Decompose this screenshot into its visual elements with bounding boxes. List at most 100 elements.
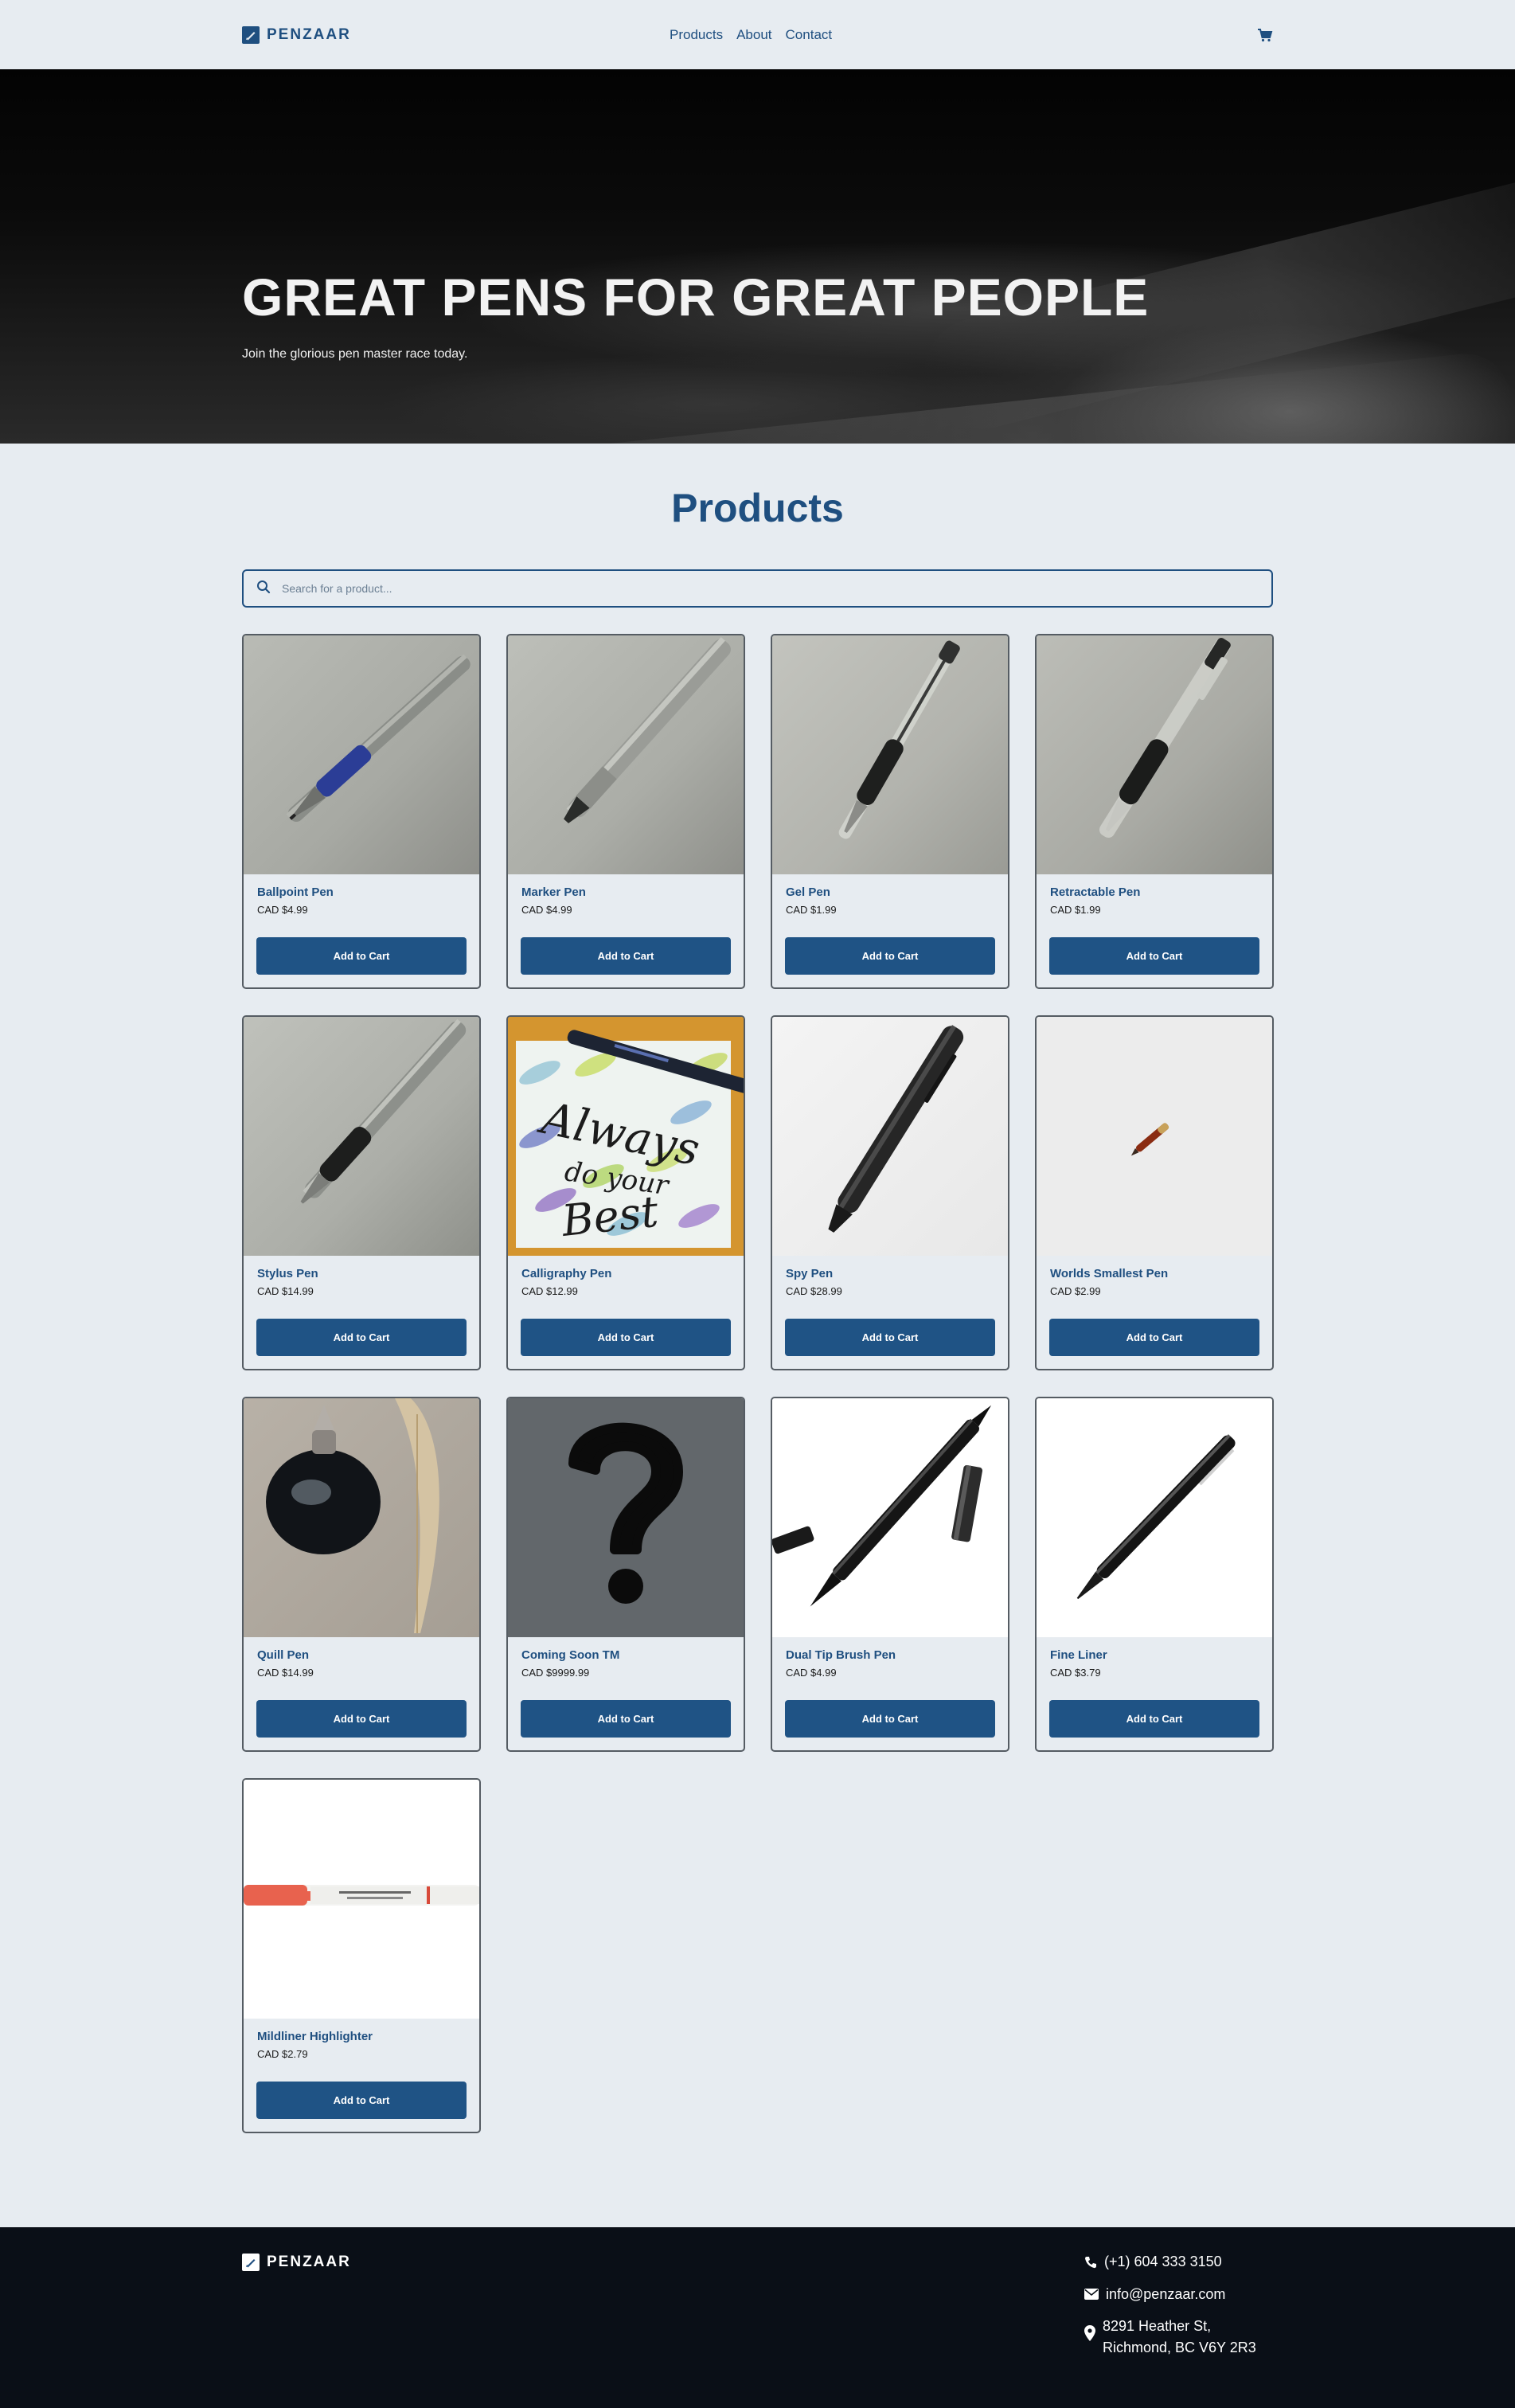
products-section: Products Ballpoint Pen CAD bbox=[0, 444, 1515, 2227]
product-image-marker-pen[interactable] bbox=[508, 635, 744, 874]
product-price: CAD $3.79 bbox=[1050, 1667, 1101, 1679]
top-nav: PENZAAR Products About Contact bbox=[0, 0, 1515, 69]
product-name: Fine Liner bbox=[1050, 1648, 1107, 1662]
contact-email: info@penzaar.com bbox=[1084, 2286, 1256, 2303]
product-image-fine-liner[interactable] bbox=[1037, 1398, 1272, 1637]
product-name: Marker Pen bbox=[521, 885, 586, 899]
add-to-cart-button[interactable]: Add to Cart bbox=[785, 937, 995, 975]
product-card: Marker Pen CAD $4.99 Add to Cart bbox=[506, 634, 745, 989]
product-price: CAD $28.99 bbox=[786, 1285, 842, 1297]
nav-link-products[interactable]: Products bbox=[670, 27, 723, 43]
product-image-dual-tip-brush-pen[interactable] bbox=[772, 1398, 1008, 1637]
email-address[interactable]: info@penzaar.com bbox=[1106, 2286, 1225, 2303]
brand-logo-link[interactable]: PENZAAR bbox=[242, 25, 351, 44]
product-card: Gel Pen CAD $1.99 Add to Cart bbox=[771, 634, 1009, 989]
add-to-cart-button[interactable]: Add to Cart bbox=[521, 1319, 731, 1356]
phone-number[interactable]: (+1) 604 333 3150 bbox=[1104, 2254, 1222, 2270]
product-image-coming-soon[interactable] bbox=[508, 1398, 744, 1637]
location-pin-icon bbox=[1084, 2325, 1095, 2341]
product-image-stylus-pen[interactable] bbox=[244, 1017, 479, 1256]
product-image-quill-pen[interactable] bbox=[244, 1398, 479, 1637]
calligraphy-text-3: Best bbox=[559, 1186, 661, 1246]
product-price: CAD $4.99 bbox=[521, 904, 572, 916]
product-image-gel-pen[interactable] bbox=[772, 635, 1008, 874]
pen-logo-icon bbox=[242, 25, 260, 44]
product-grid: Ballpoint Pen CAD $4.99 Add to Cart Mark… bbox=[242, 634, 1274, 2133]
product-card: Stylus Pen CAD $14.99 Add to Cart bbox=[242, 1015, 481, 1370]
nav-links: Products About Contact bbox=[670, 27, 832, 43]
product-name: Calligraphy Pen bbox=[521, 1267, 612, 1280]
product-image-ballpoint-pen[interactable] bbox=[244, 635, 479, 874]
product-image-spy-pen[interactable] bbox=[772, 1017, 1008, 1256]
hero-subtitle: Join the glorious pen master race today. bbox=[242, 347, 468, 361]
products-heading: Products bbox=[671, 486, 844, 530]
contact-address: 8291 Heather St, Richmond, BC V6Y 2R3 bbox=[1084, 2316, 1256, 2359]
address-line-2: Richmond, BC V6Y 2R3 bbox=[1103, 2340, 1256, 2355]
add-to-cart-button[interactable]: Add to Cart bbox=[1049, 1700, 1259, 1738]
footer-brand[interactable]: PENZAAR bbox=[242, 2254, 351, 2271]
footer-brand-name: PENZAAR bbox=[267, 2254, 351, 2270]
product-name: Worlds Smallest Pen bbox=[1050, 1267, 1169, 1280]
contact-info: (+1) 604 333 3150 info@penzaar.com 8291 … bbox=[1084, 2254, 1256, 2375]
add-to-cart-button[interactable]: Add to Cart bbox=[785, 1700, 995, 1738]
product-card: Fine Liner CAD $3.79 Add to Cart bbox=[1035, 1397, 1274, 1752]
add-to-cart-button[interactable]: Add to Cart bbox=[1049, 937, 1259, 975]
search-icon bbox=[256, 580, 271, 598]
product-price: CAD $9999.99 bbox=[521, 1667, 590, 1679]
product-name: Retractable Pen bbox=[1050, 885, 1141, 899]
hero-title: GREAT PENS FOR GREAT PEOPLE bbox=[242, 268, 1150, 326]
search-bar[interactable] bbox=[242, 569, 1273, 608]
nav-link-about[interactable]: About bbox=[736, 27, 771, 43]
product-image-mildliner-highlighter[interactable] bbox=[244, 1780, 479, 2019]
product-card: Mildliner Highlighter CAD $2.79 Add to C… bbox=[242, 1778, 481, 2133]
product-name: Quill Pen bbox=[257, 1648, 310, 1662]
product-name: Ballpoint Pen bbox=[257, 885, 334, 899]
product-name: Stylus Pen bbox=[257, 1267, 318, 1280]
add-to-cart-button[interactable]: Add to Cart bbox=[256, 1700, 467, 1738]
product-card: Ballpoint Pen CAD $4.99 Add to Cart bbox=[242, 634, 481, 989]
product-price: CAD $4.99 bbox=[786, 1667, 837, 1679]
product-name: Coming Soon TM bbox=[521, 1648, 620, 1662]
product-price: CAD $2.79 bbox=[257, 2048, 308, 2060]
product-image-worlds-smallest-pen[interactable] bbox=[1037, 1017, 1272, 1256]
brand-name: PENZAAR bbox=[267, 25, 351, 43]
product-name: Dual Tip Brush Pen bbox=[786, 1648, 896, 1662]
product-card: Always do your Best Calligraphy Pen CAD … bbox=[506, 1015, 745, 1370]
product-card: Worlds Smallest Pen CAD $2.99 Add to Car… bbox=[1035, 1015, 1274, 1370]
product-price: CAD $14.99 bbox=[257, 1667, 314, 1679]
product-card: Quill Pen CAD $14.99 Add to Cart bbox=[242, 1397, 481, 1752]
product-price: CAD $14.99 bbox=[257, 1285, 314, 1297]
pen-logo-icon bbox=[242, 2254, 260, 2271]
search-input[interactable] bbox=[282, 582, 1237, 595]
product-image-calligraphy-pen[interactable]: Always do your Best bbox=[508, 1017, 744, 1256]
product-price: CAD $1.99 bbox=[786, 904, 837, 916]
address-line-1: 8291 Heather St, bbox=[1103, 2318, 1212, 2334]
mail-icon bbox=[1084, 2289, 1099, 2300]
product-price: CAD $2.99 bbox=[1050, 1285, 1101, 1297]
product-card: Spy Pen CAD $28.99 Add to Cart bbox=[771, 1015, 1009, 1370]
hero-background-highlight bbox=[317, 349, 1514, 444]
product-card: Coming Soon TM CAD $9999.99 Add to Cart bbox=[506, 1397, 745, 1752]
product-card: Retractable Pen CAD $1.99 Add to Cart bbox=[1035, 634, 1274, 989]
add-to-cart-button[interactable]: Add to Cart bbox=[1049, 1319, 1259, 1356]
product-name: Spy Pen bbox=[786, 1267, 834, 1280]
product-image-retractable-pen[interactable] bbox=[1037, 635, 1272, 874]
footer: PENZAAR (+1) 604 333 3150 info@penzaar.c… bbox=[0, 2227, 1515, 2408]
product-price: CAD $12.99 bbox=[521, 1285, 578, 1297]
product-price: CAD $4.99 bbox=[257, 904, 308, 916]
product-name: Mildliner Highlighter bbox=[257, 2030, 373, 2043]
contact-phone: (+1) 604 333 3150 bbox=[1084, 2254, 1256, 2270]
product-price: CAD $1.99 bbox=[1050, 904, 1101, 916]
nav-link-contact[interactable]: Contact bbox=[786, 27, 833, 43]
add-to-cart-button[interactable]: Add to Cart bbox=[785, 1319, 995, 1356]
cart-icon[interactable] bbox=[1257, 27, 1273, 43]
hero-banner: GREAT PENS FOR GREAT PEOPLE Join the glo… bbox=[0, 69, 1515, 444]
add-to-cart-button[interactable]: Add to Cart bbox=[256, 1319, 467, 1356]
add-to-cart-button[interactable]: Add to Cart bbox=[256, 2082, 467, 2119]
address: 8291 Heather St, Richmond, BC V6Y 2R3 bbox=[1103, 2316, 1256, 2359]
add-to-cart-button[interactable]: Add to Cart bbox=[256, 937, 467, 975]
product-name: Gel Pen bbox=[786, 885, 830, 899]
add-to-cart-button[interactable]: Add to Cart bbox=[521, 1700, 731, 1738]
product-card: Dual Tip Brush Pen CAD $4.99 Add to Cart bbox=[771, 1397, 1009, 1752]
add-to-cart-button[interactable]: Add to Cart bbox=[521, 937, 731, 975]
